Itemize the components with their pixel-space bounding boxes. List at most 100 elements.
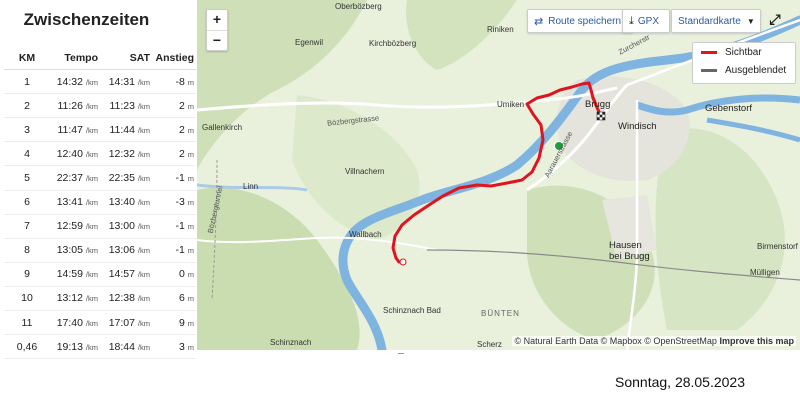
place-label: Gallenkirch bbox=[202, 123, 243, 132]
place-label: Egenwil bbox=[295, 38, 324, 47]
split-tempo: 13:12 /km bbox=[56, 292, 98, 305]
map-attribution[interactable]: © Natural Earth Data © Mapbox © OpenStre… bbox=[512, 336, 796, 346]
place-label: Gebenstorf bbox=[705, 103, 752, 114]
split-tempo: 11:26 /km bbox=[57, 99, 98, 112]
zoom-controls: + − bbox=[206, 9, 228, 51]
split-km: 6 bbox=[24, 196, 30, 209]
split-km: 3 bbox=[24, 123, 30, 136]
split-anstieg: -1 m bbox=[175, 220, 194, 233]
download-icon: ⤓ bbox=[629, 14, 634, 27]
place-label: Villnachern bbox=[345, 167, 385, 176]
place-label: BÜNTEN bbox=[481, 309, 520, 318]
place-label: Oberbözberg bbox=[335, 2, 382, 11]
split-anstieg: 3 m bbox=[178, 340, 194, 353]
place-label: Schinznach Bad bbox=[383, 306, 441, 315]
place-label: Linn bbox=[243, 182, 259, 191]
place-label: Schinznach bbox=[270, 338, 312, 347]
split-tempo: 13:05 /km bbox=[56, 244, 98, 257]
split-anstieg: 2 m bbox=[178, 99, 194, 112]
split-anstieg: -1 m bbox=[175, 172, 194, 185]
split-km: 0,46 bbox=[16, 340, 38, 353]
split-km: 9 bbox=[24, 268, 30, 281]
zoom-in-button[interactable]: + bbox=[207, 10, 227, 30]
legend-visible-label: Sichtbar bbox=[725, 46, 762, 58]
place-label: Mülligen bbox=[750, 268, 780, 277]
splits-header-row: KM Tempo SAT Anstieg bbox=[4, 46, 196, 71]
split-row: 8 13:05 /km 13:06 /km -1 m bbox=[4, 239, 196, 263]
gpx-label: GPX bbox=[637, 15, 659, 27]
split-row: 10 13:12 /km 12:38 /km 6 m bbox=[4, 287, 196, 312]
split-row: 2 11:26 /km 11:23 /km 2 m bbox=[4, 94, 196, 119]
split-km: 2 bbox=[24, 99, 30, 112]
split-km: 8 bbox=[24, 244, 30, 257]
split-sat: 11:44 /km bbox=[109, 123, 150, 136]
activity-date: Sonntag, 28.05.2023 bbox=[615, 374, 746, 390]
split-sat: 17:07 /km bbox=[108, 316, 150, 329]
legend-item-hidden[interactable]: Ausgeblendet bbox=[693, 61, 795, 79]
split-anstieg: -1 m bbox=[175, 244, 194, 257]
place-label: Hausen bei Brugg bbox=[609, 240, 650, 262]
header-km: KM bbox=[18, 51, 36, 64]
split-tempo: 12:40 /km bbox=[56, 147, 98, 160]
split-row: 1 14:32 /km 14:31 /km -8 m bbox=[4, 70, 196, 95]
splits-panel: Zwischenzeiten KM Tempo SAT Anstieg 1 14:… bbox=[4, 0, 196, 360]
split-anstieg: -3 m bbox=[175, 196, 194, 209]
split-anstieg: -8 m bbox=[175, 75, 194, 88]
route-map[interactable]: + − ⇄ Route speichern ⤓ GPX Standardkart… bbox=[197, 0, 800, 350]
fullscreen-icon[interactable]: ⤢ bbox=[766, 11, 784, 29]
split-tempo: 14:32 /km bbox=[56, 75, 98, 88]
split-sat: 14:57 /km bbox=[108, 268, 150, 281]
split-km: 7 bbox=[24, 220, 30, 233]
chevron-down-icon: ▼ bbox=[746, 16, 755, 26]
attribution-text[interactable]: © Natural Earth Data © Mapbox © OpenStre… bbox=[514, 336, 717, 346]
header-sat: SAT bbox=[129, 51, 150, 64]
split-tempo: 12:59 /km bbox=[56, 220, 98, 233]
splits-title: Zwischenzeiten bbox=[23, 10, 150, 29]
split-km: 11 bbox=[21, 316, 33, 329]
legend-item-visible[interactable]: Sichtbar bbox=[693, 43, 795, 61]
zoom-out-button[interactable]: − bbox=[207, 30, 227, 51]
split-km: 1 bbox=[24, 75, 30, 88]
split-row: 3 11:47 /km 11:44 /km 2 m bbox=[4, 118, 196, 143]
split-row: 4 12:40 /km 12:32 /km 2 m bbox=[4, 142, 196, 167]
place-label: Umiken bbox=[497, 100, 525, 109]
split-sat: 14:31 /km bbox=[108, 75, 150, 88]
split-km: 10 bbox=[21, 292, 33, 305]
save-route-button[interactable]: ⇄ Route speichern bbox=[527, 9, 633, 33]
improve-map-link[interactable]: Improve this map bbox=[719, 336, 794, 346]
split-tempo: 17:40 /km bbox=[56, 316, 98, 329]
header-tempo: Tempo bbox=[64, 51, 98, 64]
place-label: Brugg bbox=[585, 99, 611, 110]
split-sat: 13:00 /km bbox=[108, 220, 150, 233]
splits-table: KM Tempo SAT Anstieg 1 14:32 /km 14:31 /km… bbox=[4, 46, 196, 360]
split-sat: 13:40 /km bbox=[108, 196, 150, 209]
split-tempo: 19:13 /km bbox=[56, 340, 98, 353]
split-row: 6 13:41 /km 13:40 /km -3 m bbox=[4, 191, 196, 215]
place-label: Wallbach bbox=[349, 230, 382, 239]
save-route-label: Route speichern bbox=[548, 15, 622, 27]
split-anstieg: 9 m bbox=[178, 316, 194, 329]
map-style-select[interactable]: Standardkarte ▼ bbox=[671, 9, 761, 33]
grey-line-icon bbox=[701, 68, 717, 72]
split-row: 9 14:59 /km 14:57 /km 0 m bbox=[4, 263, 196, 287]
route-icon: ⇄ bbox=[534, 15, 544, 28]
split-anstieg: 2 m bbox=[178, 123, 194, 136]
split-tempo: 14:59 /km bbox=[56, 268, 98, 281]
place-label: Kirchbözberg bbox=[369, 39, 417, 48]
split-tempo: 22:37 /km bbox=[56, 172, 98, 185]
split-sat: 12:32 /km bbox=[108, 147, 150, 160]
split-km: 4 bbox=[24, 147, 30, 160]
split-sat: 12:38 /km bbox=[108, 292, 150, 305]
red-line-icon bbox=[701, 50, 717, 54]
split-sat: 18:44 /km bbox=[108, 340, 150, 353]
gpx-download-button[interactable]: ⤓ GPX bbox=[622, 9, 670, 33]
split-km: 5 bbox=[24, 172, 30, 185]
split-sat: 11:23 /km bbox=[109, 99, 150, 112]
place-label: Windisch bbox=[618, 121, 657, 132]
split-anstieg: 0 m bbox=[178, 268, 194, 281]
place-label: Scherz bbox=[477, 340, 502, 349]
split-tempo: 13:41 /km bbox=[56, 196, 98, 209]
place-label: Birmenstorf bbox=[757, 242, 798, 251]
legend-hidden-label: Ausgeblendet bbox=[725, 64, 787, 76]
split-row: 0,46 19:13 /km 18:44 /km 3 m bbox=[4, 335, 196, 360]
